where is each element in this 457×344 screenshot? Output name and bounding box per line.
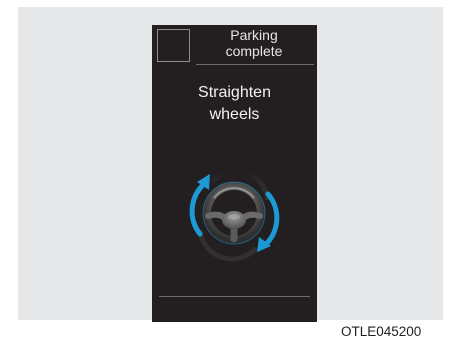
instruction-message: Straighten wheels xyxy=(198,84,271,123)
steering-wheel-graphic xyxy=(189,168,280,262)
parking-status-title: Parking complete xyxy=(225,27,283,59)
bottom-divider xyxy=(159,296,310,297)
title-divider xyxy=(196,64,314,65)
steering-wheel-icon xyxy=(202,181,266,245)
figure-caption: OTLE045200 xyxy=(341,324,422,339)
blank-indicator-icon xyxy=(157,29,190,62)
cluster-display: Parking complete Straighten wheels xyxy=(152,25,317,322)
